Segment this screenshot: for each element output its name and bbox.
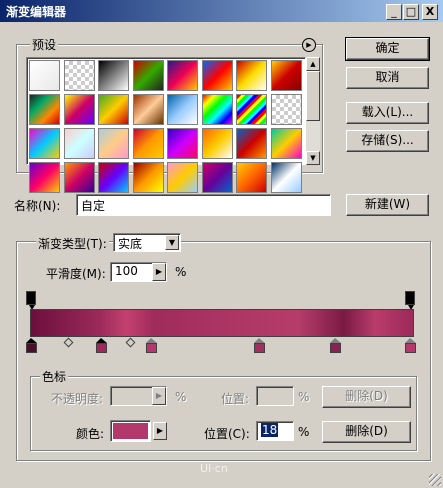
cancel-button[interactable]: 取消: [346, 67, 429, 89]
window-title: 渐变编辑器: [6, 5, 67, 19]
color-stop[interactable]: [254, 338, 265, 353]
smoothness-arrow-icon[interactable]: ▶: [152, 263, 166, 281]
preset-swatch[interactable]: [63, 128, 95, 159]
smoothness-value: 100: [115, 264, 138, 278]
name-input[interactable]: 自定: [76, 194, 331, 216]
title-bar: 渐变编辑器 _ □ X: [0, 0, 443, 22]
delete-color-stop-button[interactable]: 删除(D): [322, 421, 411, 443]
preset-swatch[interactable]: [98, 162, 129, 193]
preset-swatch[interactable]: [167, 60, 198, 91]
preset-swatch[interactable]: [167, 94, 198, 125]
circle-arrow-right-icon[interactable]: ▶: [302, 38, 316, 52]
maximize-button[interactable]: □: [403, 4, 419, 20]
opacity-input[interactable]: ▶: [110, 386, 167, 406]
smoothness-label: 平滑度(M):: [46, 267, 106, 281]
preset-swatch[interactable]: [63, 94, 95, 125]
preset-swatch[interactable]: [201, 128, 233, 159]
preset-swatch[interactable]: [201, 162, 233, 193]
name-label: 名称(N):: [14, 199, 61, 213]
preset-swatch[interactable]: [236, 162, 267, 193]
delete-opacity-stop-button[interactable]: 删除(D): [322, 386, 411, 408]
preset-swatch[interactable]: [270, 60, 302, 91]
location-unit-top: %: [298, 390, 310, 404]
preset-swatch[interactable]: [132, 60, 164, 91]
preset-scrollbar[interactable]: ▲ ▼: [306, 57, 320, 165]
minimize-button[interactable]: _: [386, 4, 402, 20]
color-arrow-icon[interactable]: ▶: [153, 422, 167, 440]
preset-swatch[interactable]: [236, 128, 267, 159]
load-button[interactable]: 载入(L)...: [346, 102, 429, 124]
preset-swatch[interactable]: [236, 60, 267, 91]
preset-swatch[interactable]: [270, 94, 302, 125]
location-input[interactable]: 18: [256, 421, 294, 441]
preset-swatch[interactable]: [132, 162, 164, 193]
preset-swatch[interactable]: [201, 94, 233, 125]
preset-swatch[interactable]: [98, 94, 129, 125]
gradient-type-select[interactable]: 实底 ▼: [113, 233, 181, 252]
name-value: 自定: [81, 199, 106, 213]
opacity-stop-right[interactable]: [405, 291, 415, 310]
save-button[interactable]: 存储(S)...: [346, 130, 429, 152]
watermark: UI·cn: [200, 462, 228, 475]
preset-swatch[interactable]: [132, 94, 164, 125]
preset-swatch[interactable]: [29, 162, 60, 193]
preset-swatch[interactable]: [270, 162, 302, 193]
preset-swatch[interactable]: [167, 162, 198, 193]
color-swatch[interactable]: [110, 420, 151, 442]
preset-swatch[interactable]: [236, 94, 267, 125]
preset-swatch[interactable]: [132, 128, 164, 159]
location-value: 18: [261, 423, 279, 437]
opacity-arrow-icon[interactable]: ▶: [152, 387, 166, 405]
color-stop-selected[interactable]: [96, 338, 107, 353]
gradient-type-value: 实底: [118, 237, 143, 251]
smoothness-input[interactable]: 100 ▶: [110, 262, 167, 282]
scroll-up-icon[interactable]: ▲: [306, 57, 320, 71]
new-button[interactable]: 新建(W): [346, 194, 429, 216]
location-label: 位置(C):: [204, 427, 250, 441]
ok-button[interactable]: 确定: [345, 37, 430, 61]
location-unit: %: [298, 425, 310, 439]
chevron-down-icon[interactable]: ▼: [165, 235, 179, 250]
opacity-label: 不透明度:: [51, 392, 104, 406]
resize-grip[interactable]: [429, 474, 441, 486]
opacity-unit: %: [175, 390, 187, 404]
preset-swatch[interactable]: [29, 128, 60, 159]
preset-grid[interactable]: [26, 57, 306, 193]
location-input-top[interactable]: [256, 386, 294, 406]
location-label-top: 位置:: [221, 392, 250, 406]
gradient-type-label: 渐变类型(T):: [36, 235, 109, 252]
preset-swatch[interactable]: [167, 128, 198, 159]
color-stop-label: 色标: [40, 368, 69, 385]
color-stop[interactable]: [146, 338, 157, 353]
color-stop[interactable]: [405, 338, 416, 353]
preset-swatch[interactable]: [201, 60, 233, 91]
scroll-thumb[interactable]: [306, 71, 320, 121]
gradient-preview-bar[interactable]: [30, 309, 414, 337]
close-button[interactable]: X: [422, 4, 438, 20]
preset-swatch[interactable]: [29, 60, 60, 91]
scroll-down-icon[interactable]: ▼: [306, 151, 320, 165]
color-swatch-fill: [113, 423, 148, 439]
preset-swatch[interactable]: [63, 60, 95, 91]
preset-swatch[interactable]: [98, 60, 129, 91]
color-stop[interactable]: [330, 338, 341, 353]
color-stop[interactable]: [26, 338, 37, 353]
smoothness-unit: %: [175, 265, 187, 279]
preset-swatch[interactable]: [98, 128, 129, 159]
preset-swatch[interactable]: [63, 162, 95, 193]
opacity-stop-left[interactable]: [26, 291, 36, 310]
preset-swatch[interactable]: [29, 94, 60, 125]
color-label: 颜色:: [76, 427, 105, 441]
preset-swatch[interactable]: [270, 128, 302, 159]
presets-label: 预设: [30, 36, 59, 53]
